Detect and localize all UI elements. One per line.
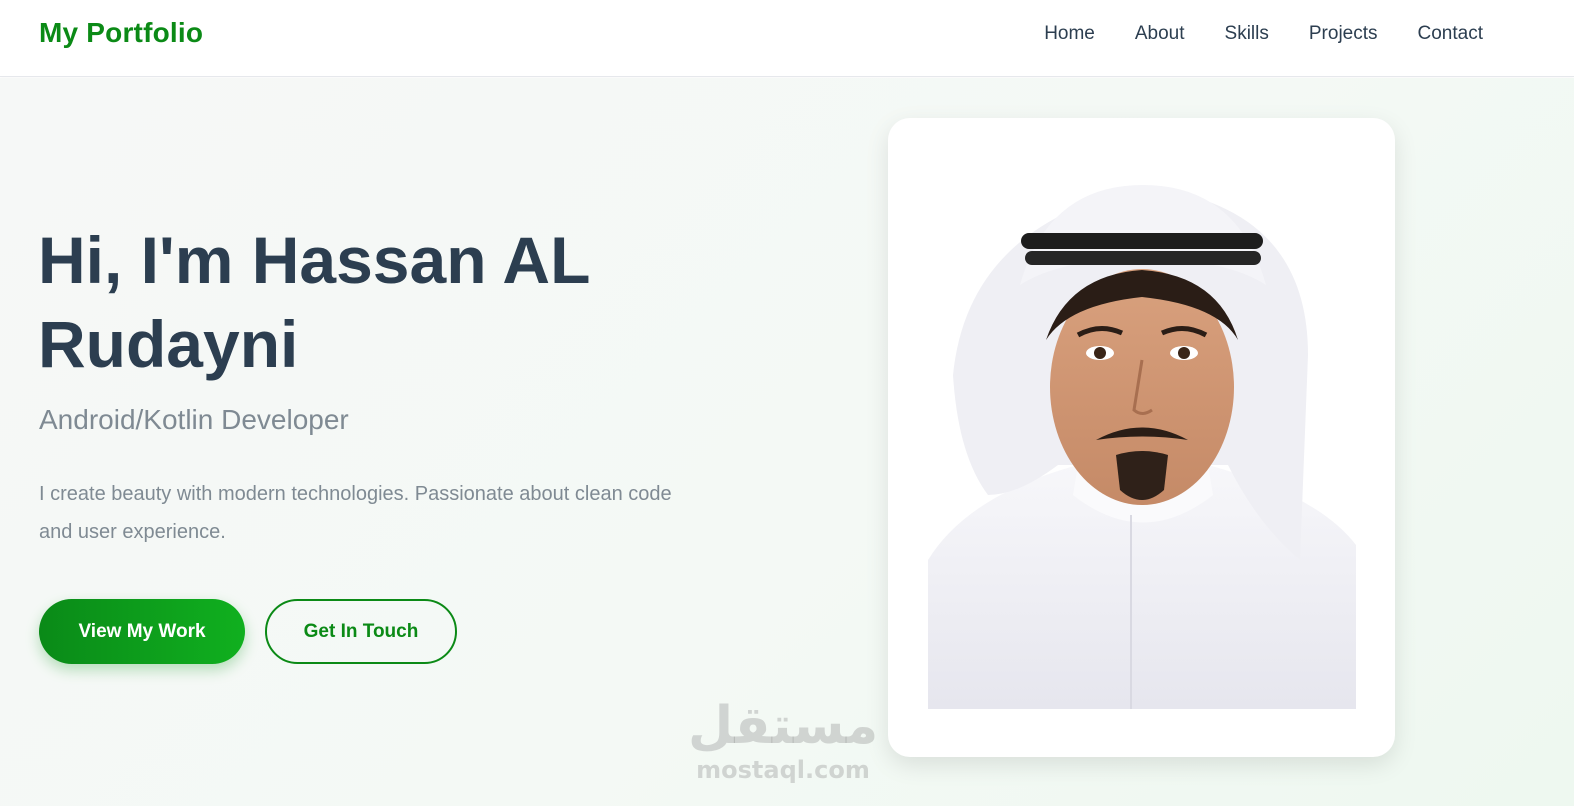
profile-photo	[928, 165, 1356, 709]
nav-menu: Home About Skills Projects Contact	[1044, 22, 1483, 46]
nav-link-about[interactable]: About	[1135, 22, 1185, 46]
nav-link-projects[interactable]: Projects	[1309, 22, 1378, 46]
brand-logo[interactable]: My Portfolio	[39, 17, 203, 49]
nav-link-skills[interactable]: Skills	[1225, 22, 1269, 46]
navbar: My Portfolio Home About Skills Projects …	[0, 0, 1574, 77]
watermark-latin: mostaql.com	[696, 756, 870, 784]
hero-subtitle: Android/Kotlin Developer	[39, 404, 349, 435]
get-in-touch-button[interactable]: Get In Touch	[265, 599, 457, 664]
view-my-work-button[interactable]: View My Work	[39, 599, 245, 664]
nav-link-contact[interactable]: Contact	[1418, 22, 1483, 46]
hero-section: Hi, I'm Hassan AL Rudayni Android/Kotlin…	[0, 78, 1574, 806]
watermark-arabic: مستقل	[688, 696, 879, 756]
watermark: مستقل mostaql.com	[688, 698, 878, 784]
hero-title: Hi, I'm Hassan AL Rudayni	[38, 223, 590, 381]
hero-description: I create beauty with modern technologies…	[39, 483, 672, 543]
profile-photo-card	[888, 118, 1395, 757]
nav-link-home[interactable]: Home	[1044, 22, 1095, 46]
